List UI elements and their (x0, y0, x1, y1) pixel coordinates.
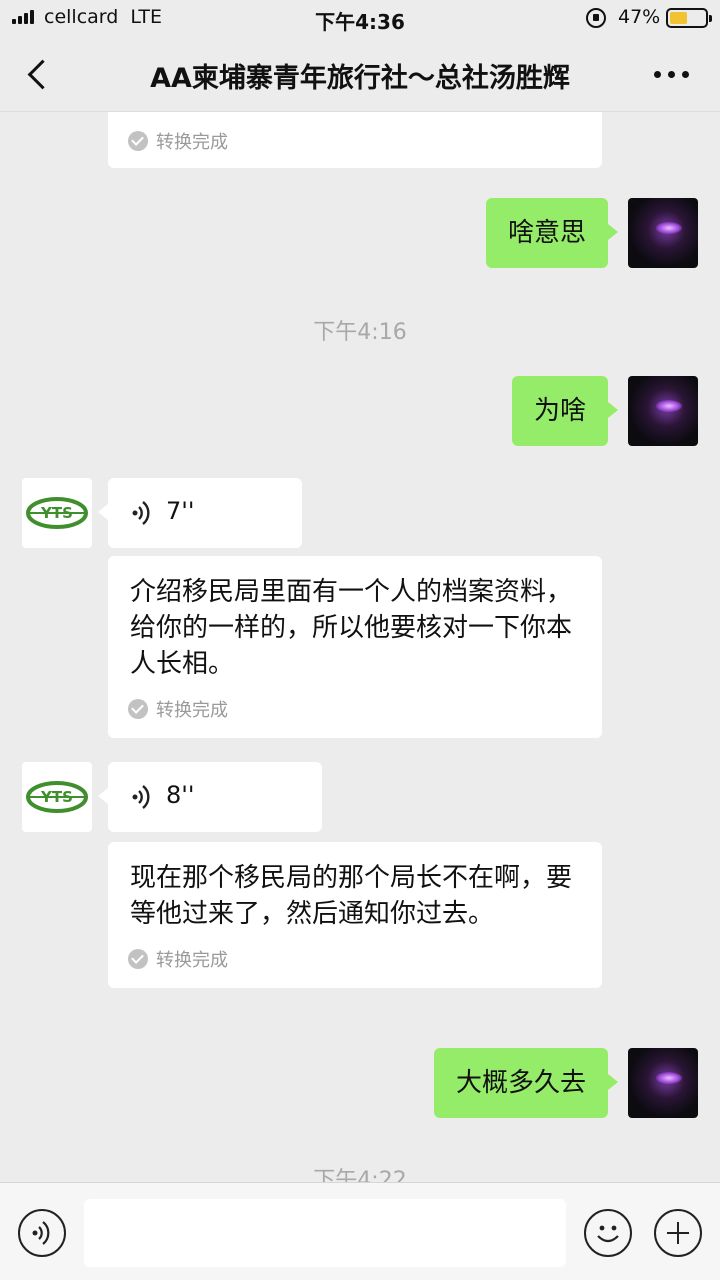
my-avatar[interactable] (628, 1048, 698, 1118)
agency-logo-icon: YTS (26, 497, 88, 529)
my-avatar[interactable] (628, 376, 698, 446)
rotation-lock-icon (586, 8, 606, 28)
battery-fill (670, 12, 687, 24)
my-avatar[interactable] (628, 198, 698, 268)
status-bar: cellcard LTE 下午4:36 47% (0, 0, 720, 36)
transcript-bubble[interactable]: 现在那个移民局的那个局长不在啊，要等他过来了，然后通知你过去。 转换完成 (108, 842, 602, 988)
message-timestamp: 下午4:22 (313, 1168, 407, 1182)
check-circle-icon (128, 949, 148, 969)
more-button[interactable] (652, 58, 692, 88)
voice-message[interactable]: 8'' (98, 762, 322, 832)
battery-icon (666, 8, 712, 28)
outgoing-message[interactable]: 大概多久去 (433, 1048, 619, 1118)
outgoing-message[interactable]: 为啥 (511, 376, 619, 446)
back-button[interactable] (22, 56, 58, 92)
voice-mode-icon (32, 1221, 50, 1245)
message-input[interactable] (84, 1199, 566, 1267)
check-circle-icon (128, 131, 148, 151)
transcript-bubble[interactable]: 转换完成 (108, 112, 602, 168)
message-timestamp: 下午4:16 (313, 320, 407, 345)
agency-logo-icon: YTS (26, 781, 88, 813)
voice-wave-icon (132, 501, 150, 525)
transcript-status: 转换完成 (108, 932, 602, 988)
chat-header: AA柬埔寨青年旅行社～总社汤胜辉 (0, 36, 720, 112)
message-list[interactable]: 转换完成 啥意思 下午4:16 为啥 YTS 7'' 介绍移民局里面有一个人的档… (0, 112, 720, 1182)
emoji-button[interactable] (584, 1209, 632, 1257)
transcript-text: 介绍移民局里面有一个人的档案资料，给你的一样的，所以他要核对一下你本人长相。 (130, 577, 573, 679)
transcript-status: 转换完成 (108, 112, 602, 170)
check-circle-icon (128, 699, 148, 719)
voice-mode-button[interactable] (18, 1209, 66, 1257)
svg-text:YTS: YTS (40, 504, 73, 522)
transcript-bubble[interactable]: 介绍移民局里面有一个人的档案资料，给你的一样的，所以他要核对一下你本人长相。 转… (108, 556, 602, 738)
battery-percent: 47% (618, 6, 661, 28)
status-time: 下午4:36 (315, 10, 405, 34)
voice-duration: 7'' (166, 497, 195, 525)
outgoing-message[interactable]: 啥意思 (485, 198, 619, 268)
chat-title: AA柬埔寨青年旅行社～总社汤胜辉 (150, 63, 570, 94)
transcript-status: 转换完成 (108, 682, 602, 738)
voice-duration: 8'' (166, 781, 195, 809)
voice-wave-icon (132, 785, 150, 809)
emoji-icon (597, 1225, 619, 1243)
agency-avatar[interactable]: YTS (22, 478, 92, 548)
voice-message[interactable]: 7'' (98, 478, 302, 548)
input-bar (0, 1182, 720, 1280)
transcript-text: 现在那个移民局的那个局长不在啊，要等他过来了，然后通知你过去。 (130, 863, 573, 929)
svg-text:YTS: YTS (40, 788, 73, 806)
agency-avatar[interactable]: YTS (22, 762, 92, 832)
plus-button[interactable] (654, 1209, 702, 1257)
